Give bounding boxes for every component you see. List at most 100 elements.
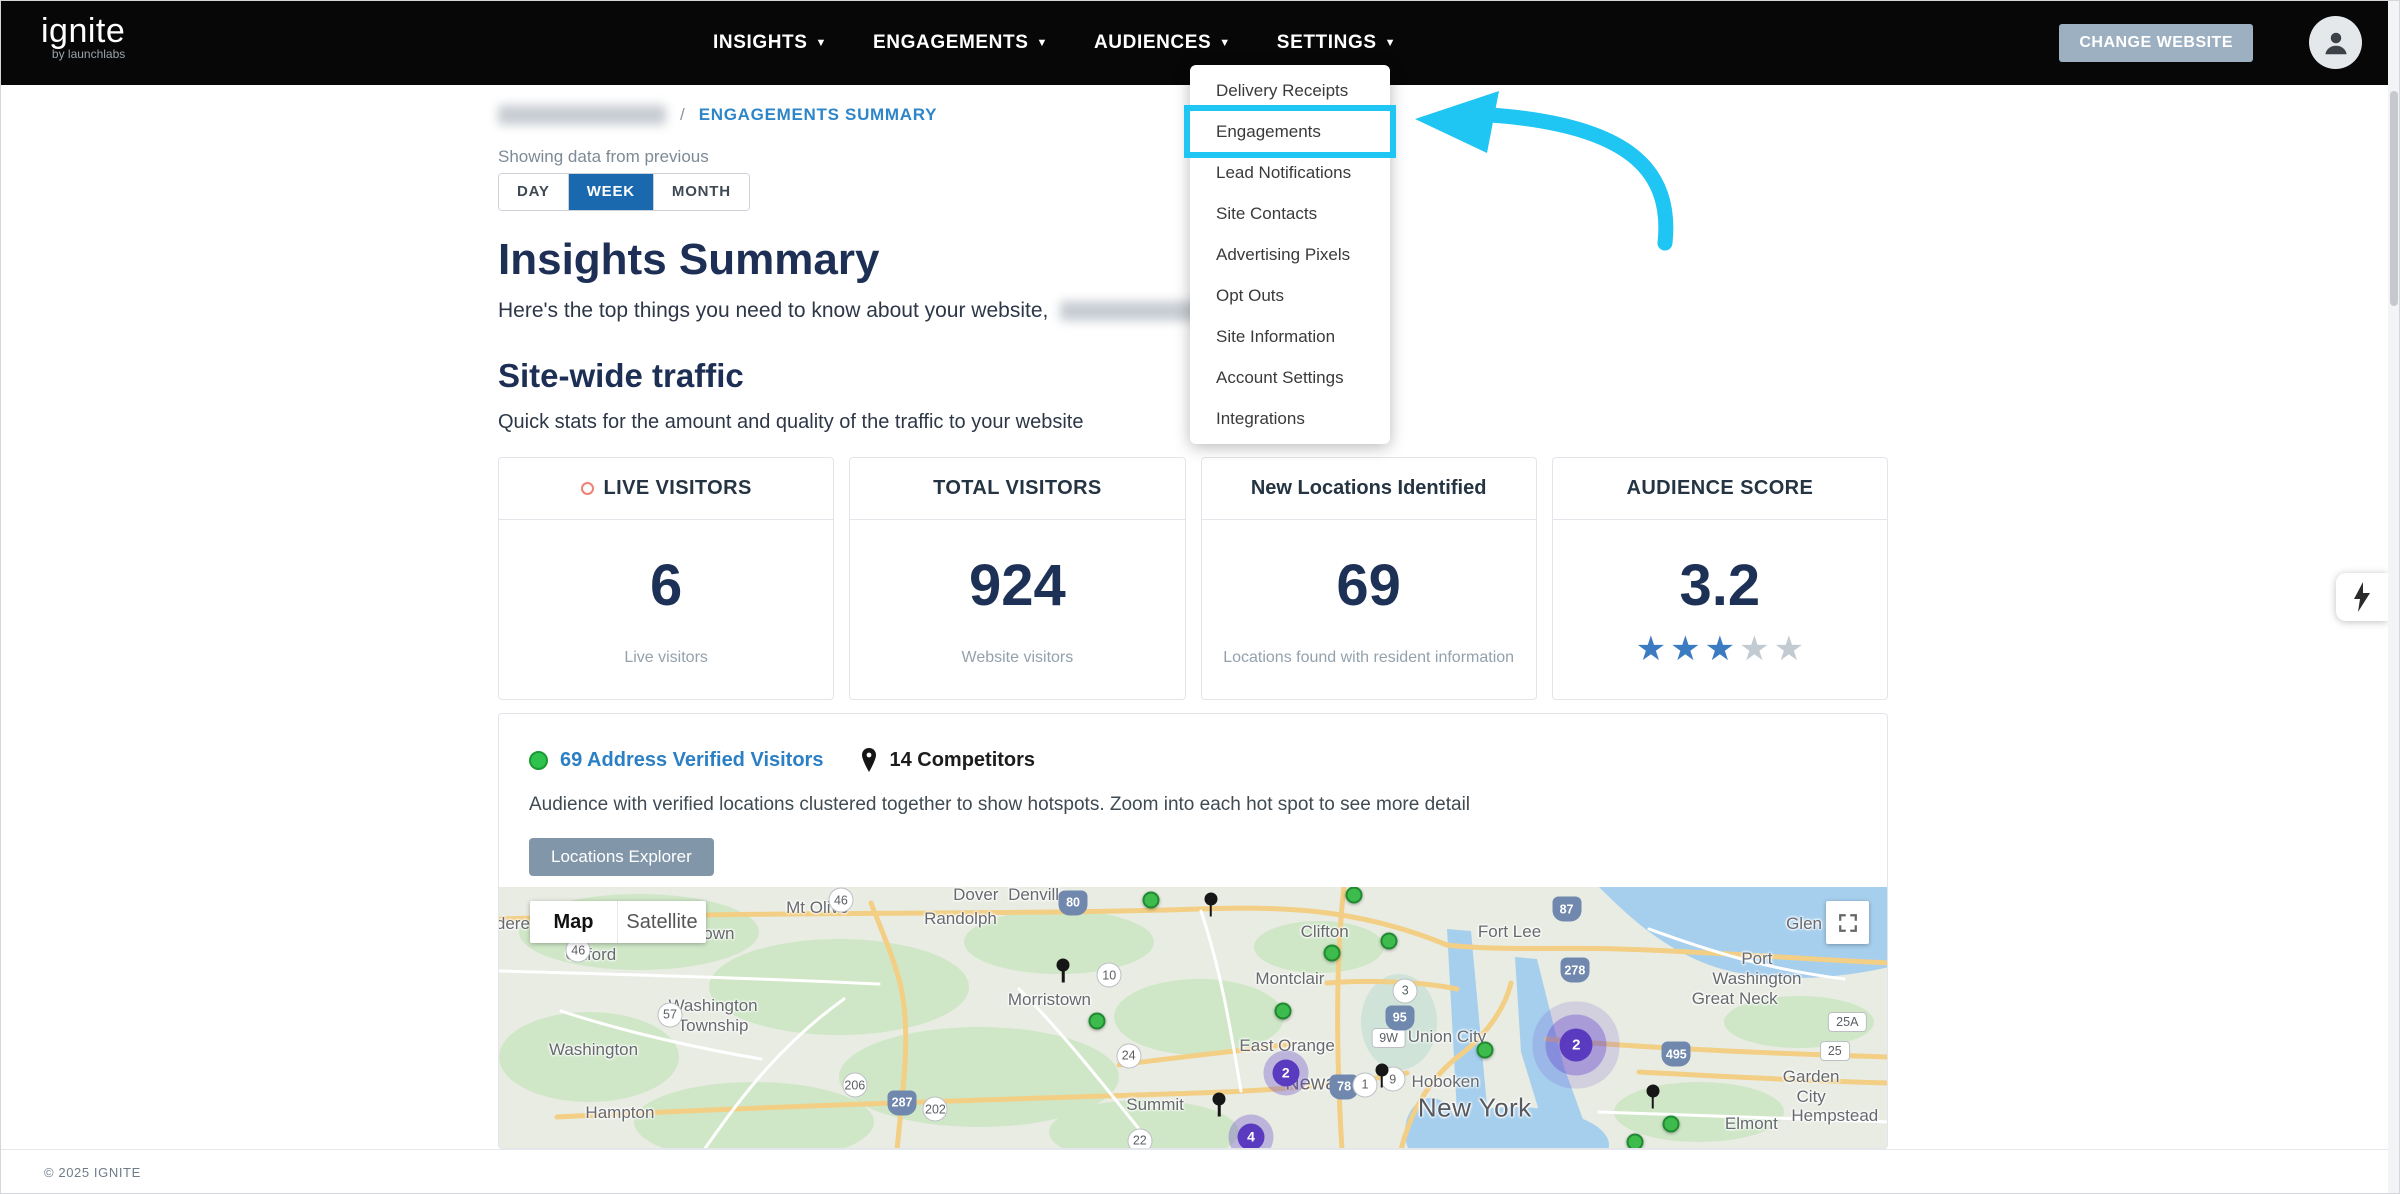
cluster-marker[interactable]: 4 [1237, 1123, 1264, 1149]
legend-verified-visitors[interactable]: 69 Address Verified Visitors [529, 749, 823, 772]
user-avatar[interactable] [2309, 16, 2362, 69]
nav-item-label: INSIGHTS [713, 32, 808, 54]
nav-item-label: ENGAGEMENTS [873, 32, 1028, 54]
road-shield-icon: 80 [1059, 890, 1088, 915]
settings-menu-item-integrations[interactable]: Integrations [1190, 398, 1390, 439]
competitor-pin[interactable] [1212, 1093, 1226, 1118]
nav-item-audiences[interactable]: AUDIENCES ▼ [1094, 32, 1231, 54]
toggle-week-button[interactable]: WEEK [569, 174, 654, 210]
scrollbar-thumb[interactable] [2390, 91, 2398, 306]
map-fullscreen-button[interactable] [1826, 901, 1869, 944]
settings-menu-item-site-information[interactable]: Site Information [1190, 316, 1390, 357]
road-shield-icon: 9W [1371, 1028, 1406, 1048]
map-place-label: Elmont [1725, 1114, 1778, 1134]
competitor-pin[interactable] [1056, 959, 1070, 984]
visitor-marker[interactable] [1088, 1013, 1105, 1030]
road-shield-icon: 3 [1393, 978, 1418, 1003]
quick-actions-tab[interactable] [2336, 573, 2388, 621]
scrollbar-track[interactable] [2388, 1, 2399, 1193]
stat-card-live-visitors: LIVE VISITORS 6 Live visitors [498, 457, 834, 700]
map-place-label: dere [499, 914, 530, 934]
stat-card-new-locations: New Locations Identified 69 Locations fo… [1201, 457, 1537, 700]
green-dot-icon [529, 751, 548, 770]
stat-card-header-label: LIVE VISITORS [604, 477, 752, 500]
change-website-button[interactable]: CHANGE WEBSITE [2059, 24, 2253, 62]
visitor-marker[interactable] [1476, 1042, 1493, 1059]
stat-value: 924 [969, 552, 1066, 619]
star-icon: ★ [1739, 631, 1769, 667]
map-place-label: Morristown [1008, 990, 1091, 1010]
stat-card-header: TOTAL VISITORS [850, 458, 1184, 520]
competitor-pin[interactable] [1204, 893, 1218, 918]
stat-caption: Locations found with resident informatio… [1223, 649, 1514, 667]
map-place-label: Port Washington [1712, 949, 1801, 989]
page-title: Insights Summary [498, 235, 879, 285]
map-place-label: Great Neck [1692, 989, 1778, 1009]
map-place-label: Union City [1408, 1027, 1486, 1047]
visitor-marker[interactable] [1142, 892, 1159, 909]
breadcrumb: / ENGAGEMENTS SUMMARY [498, 105, 937, 125]
settings-menu-item-lead-notifications[interactable]: Lead Notifications [1190, 152, 1390, 193]
fullscreen-icon [1838, 913, 1858, 933]
map-place-label: Fort Lee [1478, 922, 1541, 942]
stat-cards-row: LIVE VISITORS 6 Live visitors TOTAL VISI… [498, 457, 1888, 700]
map-pin-icon [861, 748, 877, 772]
road-shield-icon: 278 [1560, 958, 1589, 983]
visitor-marker[interactable] [1274, 1002, 1291, 1019]
period-filter-label: Showing data from previous [498, 147, 709, 167]
settings-menu-item-opt-outs[interactable]: Opt Outs [1190, 275, 1390, 316]
breadcrumb-current[interactable]: ENGAGEMENTS SUMMARY [699, 105, 937, 125]
road-shield-icon: 95 [1385, 1005, 1414, 1030]
map-place-label: Hampton [585, 1103, 654, 1123]
stat-card-total-visitors: TOTAL VISITORS 924 Website visitors [849, 457, 1185, 700]
annotation-arrow-icon [1399, 89, 1679, 264]
chevron-down-icon: ▼ [1385, 38, 1397, 49]
star-rating: ★★★★★ [1636, 631, 1804, 667]
road-shield-icon: 22 [1127, 1128, 1152, 1149]
settings-menu-item-site-contacts[interactable]: Site Contacts [1190, 193, 1390, 234]
settings-menu-item-advertising-pixels[interactable]: Advertising Pixels [1190, 234, 1390, 275]
app-screen: ignite by launchlabs INSIGHTS ▼ ENGAGEME… [0, 0, 2400, 1194]
competitor-pin[interactable] [1646, 1085, 1660, 1110]
map-card-header: 69 Address Verified Visitors 14 Competit… [499, 714, 1887, 876]
breadcrumb-separator: / [680, 105, 685, 125]
stat-card-audience-score: AUDIENCE SCORE 3.2 ★★★★★ [1552, 457, 1888, 700]
cluster-marker[interactable]: 2 [1560, 1028, 1593, 1061]
map-place-label: New York [1418, 1092, 1532, 1123]
visitor-marker[interactable] [1345, 887, 1362, 903]
nav-item-label: SETTINGS [1277, 32, 1377, 54]
map-type-satellite-button[interactable]: Satellite [618, 901, 706, 943]
locations-map[interactable]: derettstownMt OliveDoverDenvilleRandolph… [499, 887, 1888, 1149]
competitor-pin[interactable] [1375, 1064, 1389, 1089]
visitor-marker[interactable] [1380, 932, 1397, 949]
page-subtitle-text: Here's the top things you need to know a… [498, 299, 1048, 323]
visitor-marker[interactable] [1626, 1134, 1643, 1149]
logo-subtitle: by launchlabs [41, 47, 125, 61]
toggle-month-button[interactable]: MONTH [654, 174, 749, 210]
stat-card-header-label: New Locations Identified [1251, 477, 1487, 500]
stat-value: 3.2 [1680, 552, 1761, 619]
settings-menu-item-delivery-receipts[interactable]: Delivery Receipts [1190, 70, 1390, 111]
visitor-marker[interactable] [1323, 944, 1340, 961]
ignite-logo[interactable]: ignite by launchlabs [41, 13, 125, 61]
stat-card-header: AUDIENCE SCORE [1553, 458, 1887, 520]
road-shield-icon: 24 [1116, 1043, 1141, 1068]
map-type-map-button[interactable]: Map [530, 901, 618, 943]
nav-item-settings[interactable]: SETTINGS ▼ [1277, 32, 1396, 54]
settings-menu-item-account-settings[interactable]: Account Settings [1190, 357, 1390, 398]
road-shield-icon: 206 [842, 1073, 867, 1098]
cluster-marker[interactable]: 2 [1272, 1059, 1299, 1086]
locations-map-card: 69 Address Verified Visitors 14 Competit… [498, 713, 1888, 1149]
settings-menu-item-engagements[interactable]: Engagements [1190, 111, 1390, 152]
logo-brand: ignite [41, 12, 125, 50]
nav-item-insights[interactable]: INSIGHTS ▼ [713, 32, 827, 54]
visitor-marker[interactable] [1662, 1115, 1679, 1132]
legend-competitors[interactable]: 14 Competitors [861, 748, 1035, 772]
star-icon: ★ [1670, 631, 1700, 667]
stat-card-header: New Locations Identified [1202, 458, 1536, 520]
map-place-label: Randolph [924, 909, 997, 929]
redacted-site-name [498, 105, 666, 125]
nav-item-engagements[interactable]: ENGAGEMENTS ▼ [873, 32, 1048, 54]
locations-explorer-button[interactable]: Locations Explorer [529, 838, 714, 876]
toggle-day-button[interactable]: DAY [499, 174, 569, 210]
